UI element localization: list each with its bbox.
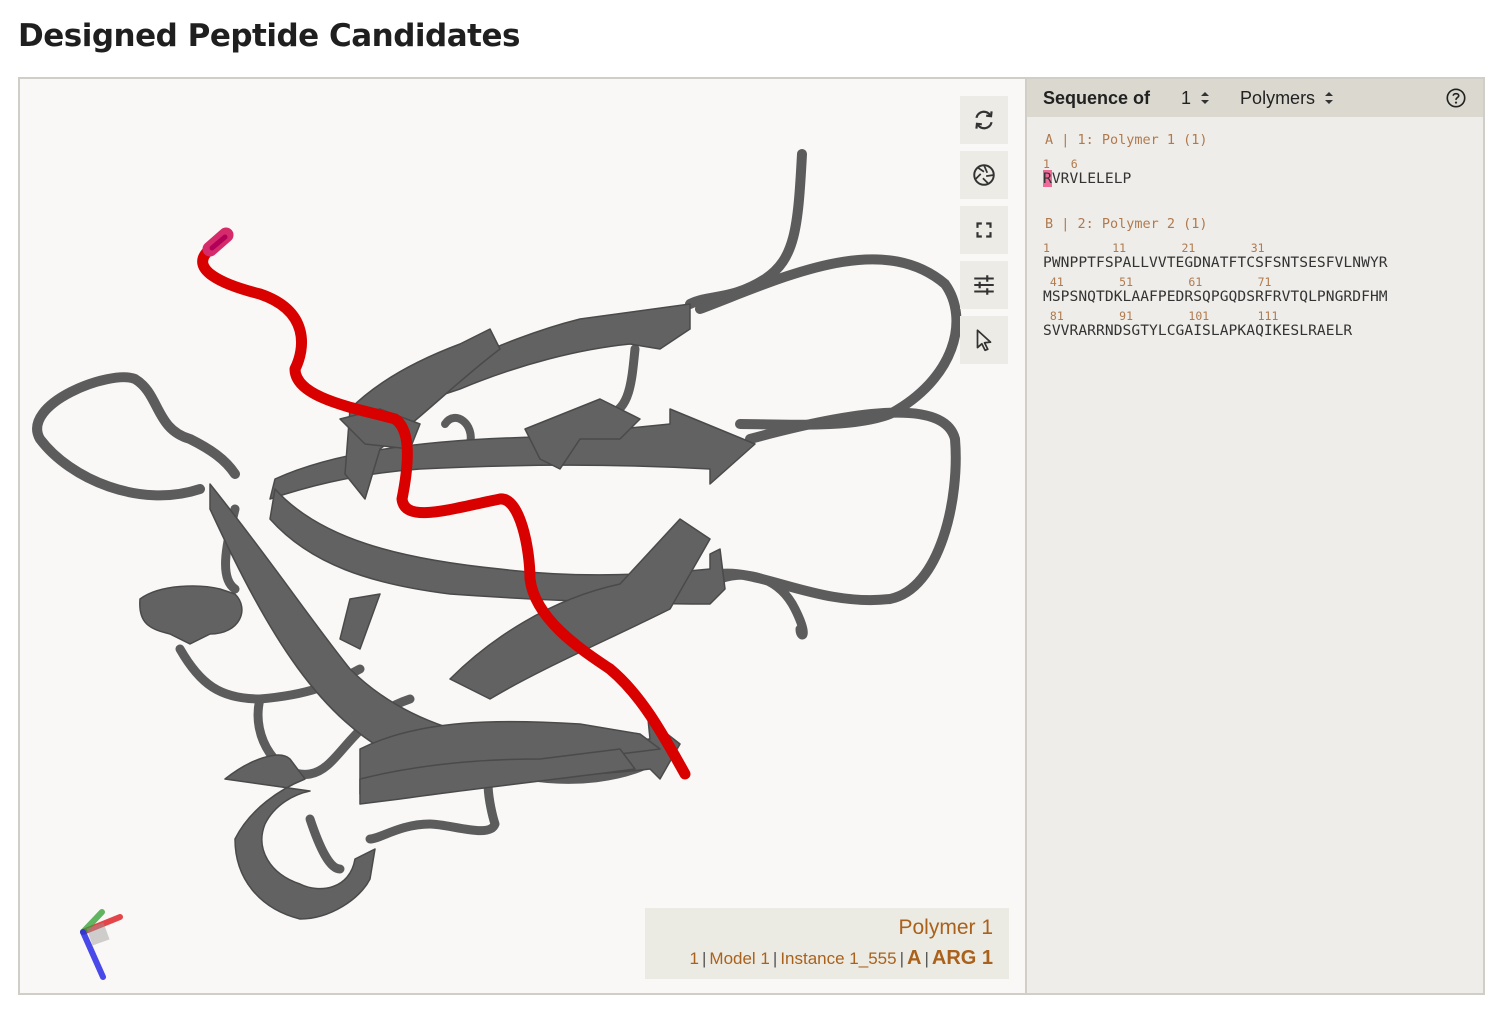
model-select[interactable]: 1 (1181, 88, 1210, 109)
info-instance: Instance 1_555 (780, 949, 897, 968)
chain-b-sequence-line[interactable]: PWNPPTFSPALLVVTEGDNATFTCSFSNTSESFVLNWYR (1043, 254, 1388, 271)
sliders-icon (974, 275, 994, 295)
highlighted-residue-letter[interactable]: R (1043, 170, 1052, 187)
info-model-index: 1 (689, 949, 699, 968)
protein-structure-render[interactable] (20, 79, 1025, 993)
sequence-panel: Sequence of 1 Polymers A | 1: Polymer 1 … (1025, 79, 1483, 993)
fullscreen-button[interactable] (960, 206, 1008, 254)
beta-strand (339, 593, 381, 650)
info-separator: | (701, 949, 707, 968)
refresh-icon (975, 110, 993, 130)
page-title: Designed Peptide Candidates (18, 18, 520, 54)
info-location: 1 | Model 1 | Instance 1_555 | A | ARG 1 (645, 947, 993, 970)
3d-viewport[interactable]: Polymer 1 1 | Model 1 | Instance 1_555 | A | ARG… (20, 79, 1025, 993)
info-separator: | (899, 949, 904, 968)
select-arrows-icon (1325, 92, 1334, 104)
chain-a-sequence-rest[interactable]: VRVLELELP (1052, 170, 1132, 187)
chain-b-numbering: 81 91 101 111 (1043, 309, 1279, 323)
camera-aperture-icon (973, 164, 995, 186)
model-select-value: 1 (1181, 87, 1192, 108)
chain-a-title: A | 1: Polymer 1 (1) (1045, 132, 1208, 148)
info-separator: | (924, 949, 929, 968)
selection-mode-button[interactable] (960, 316, 1008, 364)
select-arrows-icon (1201, 92, 1210, 104)
sequence-of-label: Sequence of (1043, 87, 1151, 108)
chain-a-sequence[interactable]: RVRVLELELP (1043, 170, 1131, 187)
sequence-header: Sequence of 1 Polymers (1027, 79, 1483, 117)
reset-view-button[interactable] (960, 96, 1008, 144)
info-polymer-label: Polymer 1 (898, 916, 993, 939)
cursor-icon (976, 329, 992, 352)
chain-b-numbering: 41 51 61 71 (1043, 275, 1272, 289)
screenshot-button[interactable] (960, 151, 1008, 199)
protein-loop (32, 372, 240, 501)
protein-loop (605, 344, 640, 419)
beta-strand (224, 754, 376, 920)
protein-loop (305, 814, 345, 874)
viewer-toolbar (960, 96, 1010, 371)
molecular-viewer: Polymer 1 1 | Model 1 | Instance 1_555 | A | ARG… (18, 77, 1485, 995)
mode-select-value: Polymers (1240, 87, 1316, 108)
info-model: Model 1 (709, 949, 770, 968)
beta-strand (449, 518, 711, 700)
protein-loop (695, 254, 962, 430)
help-icon[interactable] (1445, 87, 1467, 109)
info-residue: ARG 1 (931, 947, 993, 969)
hover-info-panel: Polymer 1 1 | Model 1 | Instance 1_555 | A | ARG… (645, 908, 1009, 979)
info-separator: | (772, 949, 778, 968)
settings-button[interactable] (960, 261, 1008, 309)
axes-orientation-icon (80, 909, 123, 980)
chain-a-numbering: 1 6 (1043, 157, 1078, 171)
beta-strand (139, 585, 243, 645)
chain-b-sequence-line[interactable]: MSPSNQTDKLAAFPEDRSQPGQDSRFRVTQLPNGRDFHM (1043, 288, 1388, 305)
chain-b-sequence-line[interactable]: SVVRARRNDSGTYLCGAISLAPKAQIKESLRAELR (1043, 322, 1352, 339)
info-chain: A (907, 947, 922, 969)
expand-icon (976, 222, 992, 238)
chain-b-numbering: 1 11 21 31 (1043, 241, 1265, 255)
mode-select[interactable]: Polymers (1240, 88, 1334, 109)
chain-b-title: B | 2: Polymer 2 (1) (1045, 216, 1208, 232)
protein-loop (715, 407, 961, 606)
